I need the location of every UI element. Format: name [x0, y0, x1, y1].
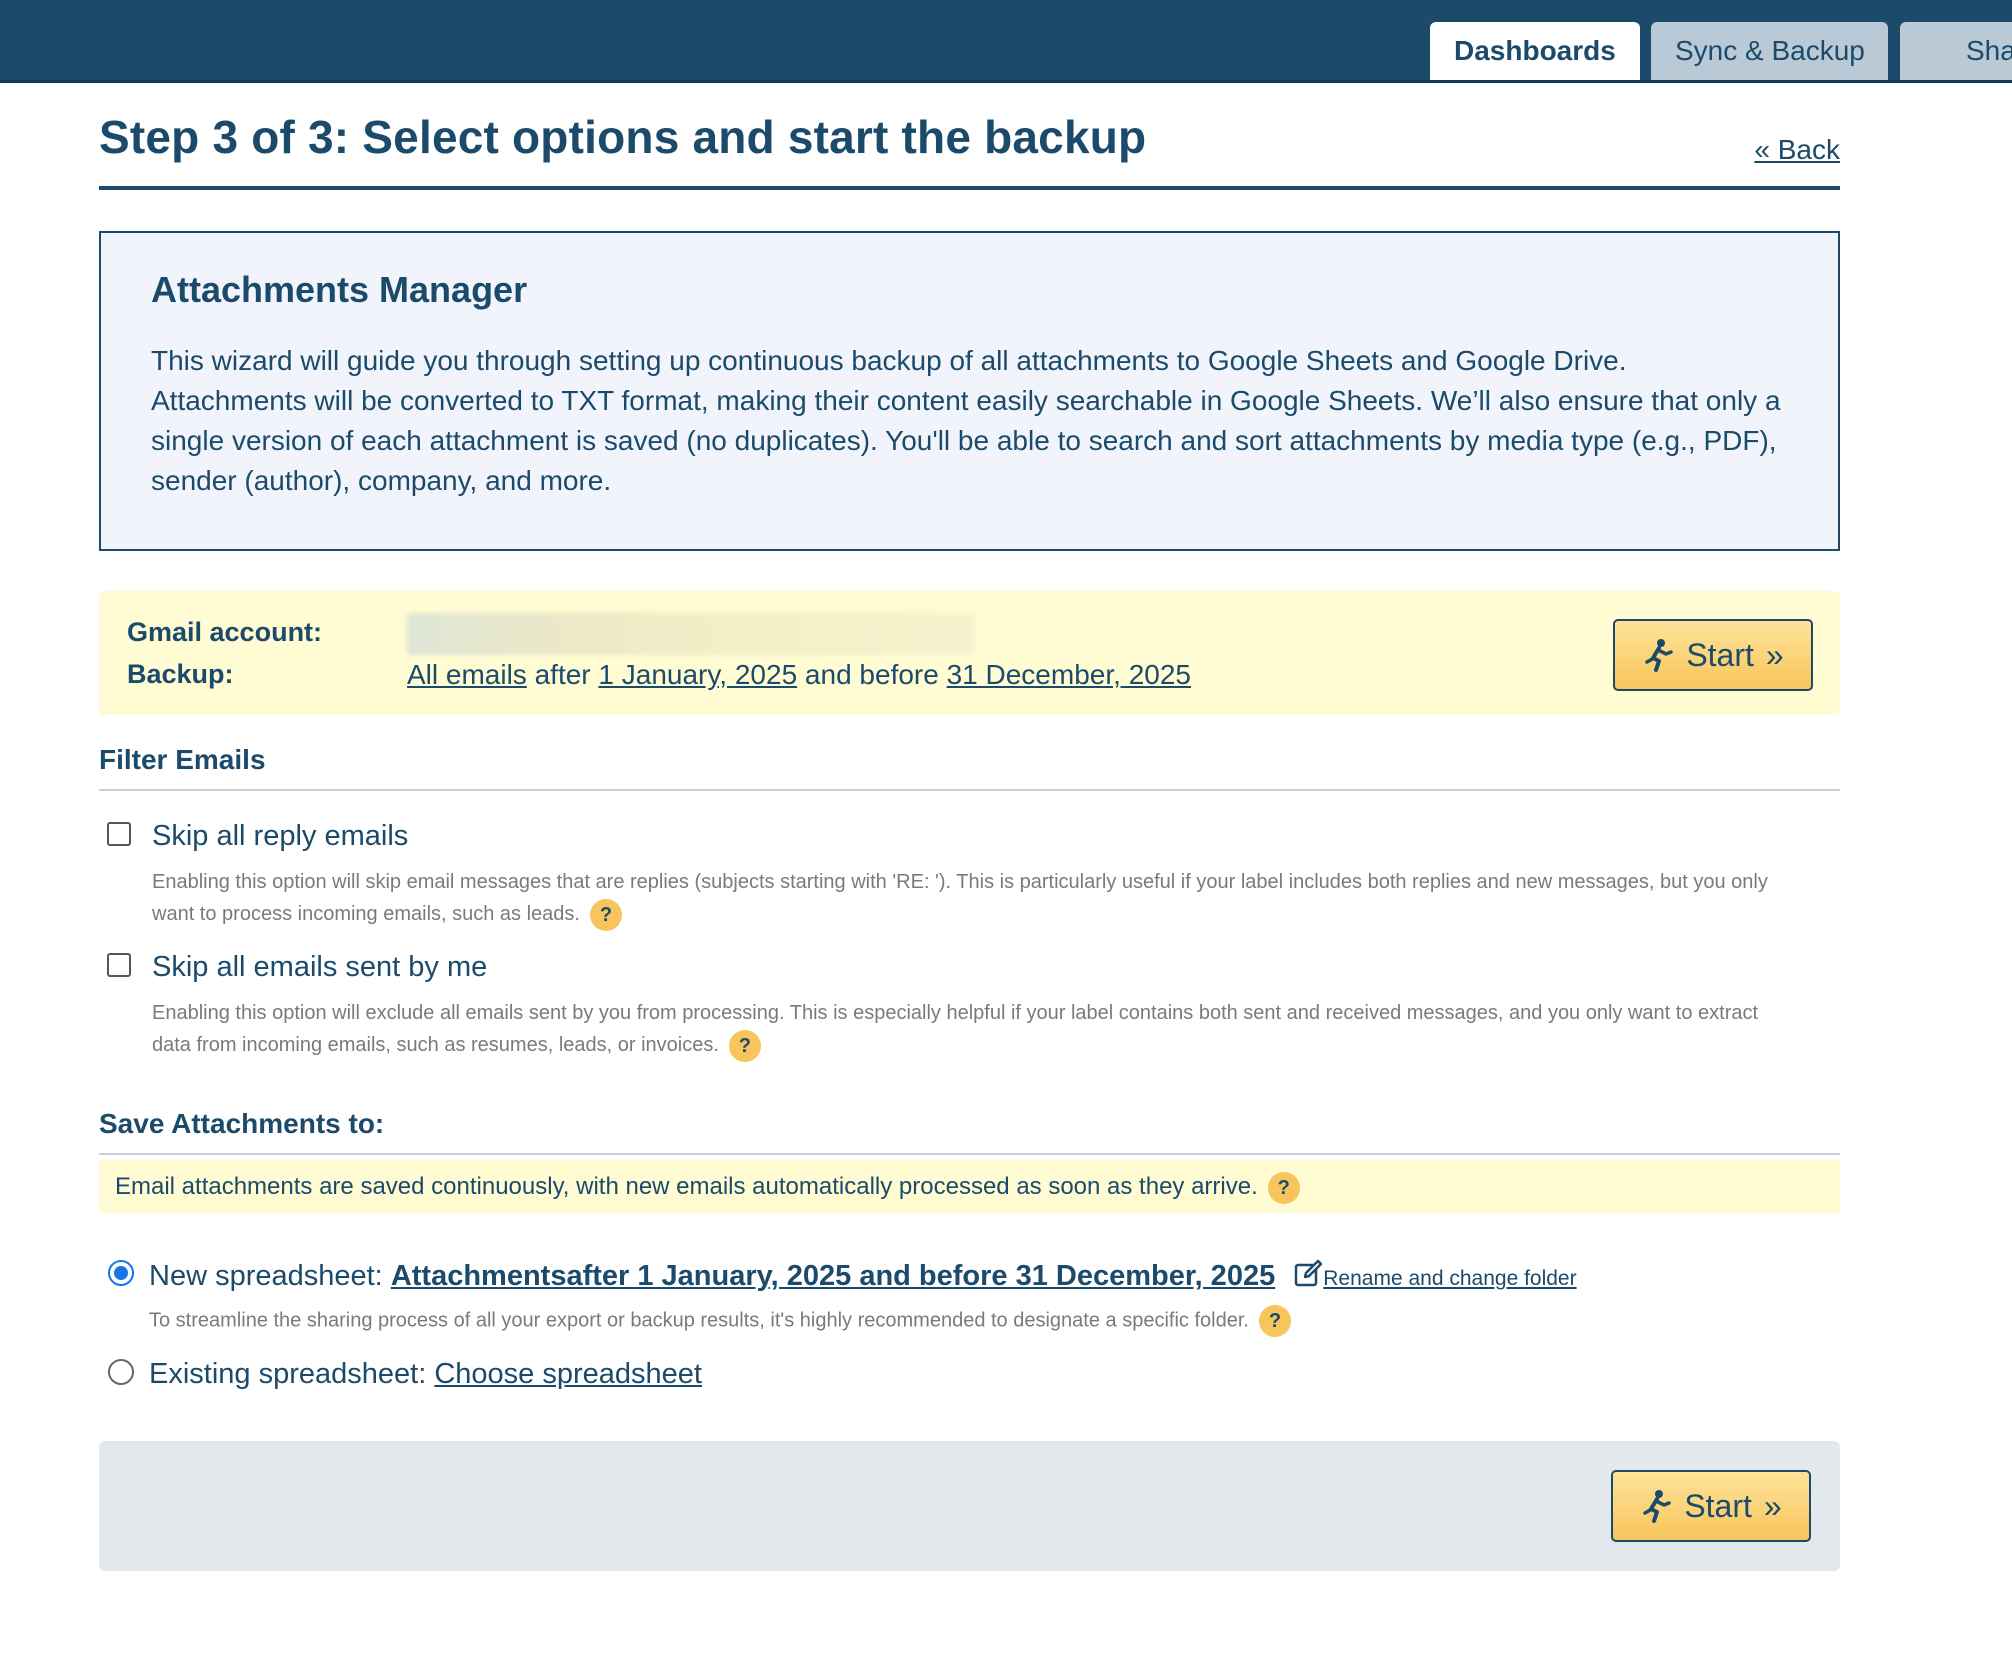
skip-replies-description: Enabling this option will skip email mes…	[152, 866, 1792, 931]
continuous-save-note: Email attachments are saved continuously…	[99, 1160, 1840, 1213]
new-spreadsheet-label[interactable]: New spreadsheet:	[149, 1260, 383, 1292]
help-icon[interactable]: ?	[589, 898, 622, 931]
save-divider	[99, 1153, 1840, 1155]
new-spreadsheet-radio[interactable]	[108, 1260, 134, 1286]
and-before-text: and before	[804, 659, 939, 690]
help-icon[interactable]: ?	[728, 1029, 761, 1062]
existing-spreadsheet-radio[interactable]	[108, 1359, 134, 1385]
filter-divider	[99, 789, 1840, 791]
tab-sync-backup[interactable]: Sync & Backup	[1651, 22, 1888, 80]
skip-replies-label[interactable]: Skip all reply emails	[152, 820, 408, 853]
top-nav-bar: Dashboards Sync & Backup Sha	[0, 0, 2012, 83]
filter-emails-heading: Filter Emails	[99, 744, 266, 775]
title-divider	[99, 186, 1840, 190]
edit-icon[interactable]	[1293, 1259, 1323, 1289]
page-title: Step 3 of 3: Select options and start th…	[99, 111, 1147, 163]
footer-action-bar	[99, 1441, 1840, 1571]
backup-scope-link[interactable]: All emails	[407, 659, 527, 690]
start-button-arrow: »	[1765, 636, 1784, 673]
help-icon[interactable]: ?	[1258, 1305, 1291, 1337]
existing-spreadsheet-label[interactable]: Existing spreadsheet:	[149, 1358, 426, 1390]
continuous-save-note-text: Email attachments are saved continuously…	[115, 1173, 1258, 1200]
backup-range: All emails after 1 January, 2025 and bef…	[407, 659, 1191, 691]
end-date-link[interactable]: 31 December, 2025	[947, 659, 1191, 690]
choose-spreadsheet-link[interactable]: Choose spreadsheet	[434, 1358, 702, 1390]
tab-dashboards[interactable]: Dashboards	[1430, 22, 1640, 80]
new-spreadsheet-name-link[interactable]: Attachmentsafter 1 January, 2025 and bef…	[391, 1260, 1275, 1292]
start-button-bottom[interactable]: Start »	[1611, 1470, 1811, 1542]
gmail-account-value-redacted	[407, 613, 975, 655]
running-person-icon	[1645, 639, 1674, 672]
info-body: This wizard will guide you through setti…	[151, 345, 1781, 496]
tab-share[interactable]: Sha	[1900, 22, 2012, 80]
start-button-top[interactable]: Start »	[1613, 619, 1813, 691]
attachments-manager-info-box: Attachments Manager This wizard will gui…	[99, 231, 1840, 551]
skip-replies-description-text: Enabling this option will skip email mes…	[152, 871, 1768, 925]
rename-and-change-folder-link[interactable]: Rename and change folder	[1323, 1267, 1576, 1290]
back-link[interactable]: « Back	[1754, 134, 1840, 166]
save-attachments-heading: Save Attachments to:	[99, 1108, 385, 1139]
skip-replies-checkbox[interactable]	[107, 822, 131, 846]
skip-sent-by-me-description-text: Enabling this option will exclude all em…	[152, 1002, 1759, 1056]
new-spreadsheet-row: New spreadsheet: Attachmentsafter 1 Janu…	[149, 1259, 1577, 1293]
account-summary-box: Gmail account: Backup: All emails after …	[99, 591, 1840, 715]
running-person-icon	[1643, 1490, 1672, 1523]
backup-label: Backup:	[127, 659, 234, 689]
skip-sent-by-me-checkbox[interactable]	[107, 953, 131, 977]
help-icon[interactable]: ?	[1267, 1171, 1300, 1204]
existing-spreadsheet-row: Existing spreadsheet: Choose spreadsheet	[149, 1358, 702, 1391]
skip-sent-by-me-description: Enabling this option will exclude all em…	[152, 997, 1792, 1062]
new-spreadsheet-description-text: To streamline the sharing process of all…	[149, 1309, 1249, 1332]
info-heading: Attachments Manager	[151, 269, 528, 310]
gmail-account-label: Gmail account:	[127, 617, 323, 647]
skip-sent-by-me-label[interactable]: Skip all emails sent by me	[152, 951, 487, 984]
start-button-arrow: »	[1763, 1487, 1782, 1524]
after-text: after	[534, 659, 591, 690]
start-date-link[interactable]: 1 January, 2025	[598, 659, 797, 690]
start-button-label: Start	[1686, 636, 1754, 673]
new-spreadsheet-description: To streamline the sharing process of all…	[149, 1305, 1291, 1337]
start-button-label: Start	[1684, 1487, 1752, 1524]
